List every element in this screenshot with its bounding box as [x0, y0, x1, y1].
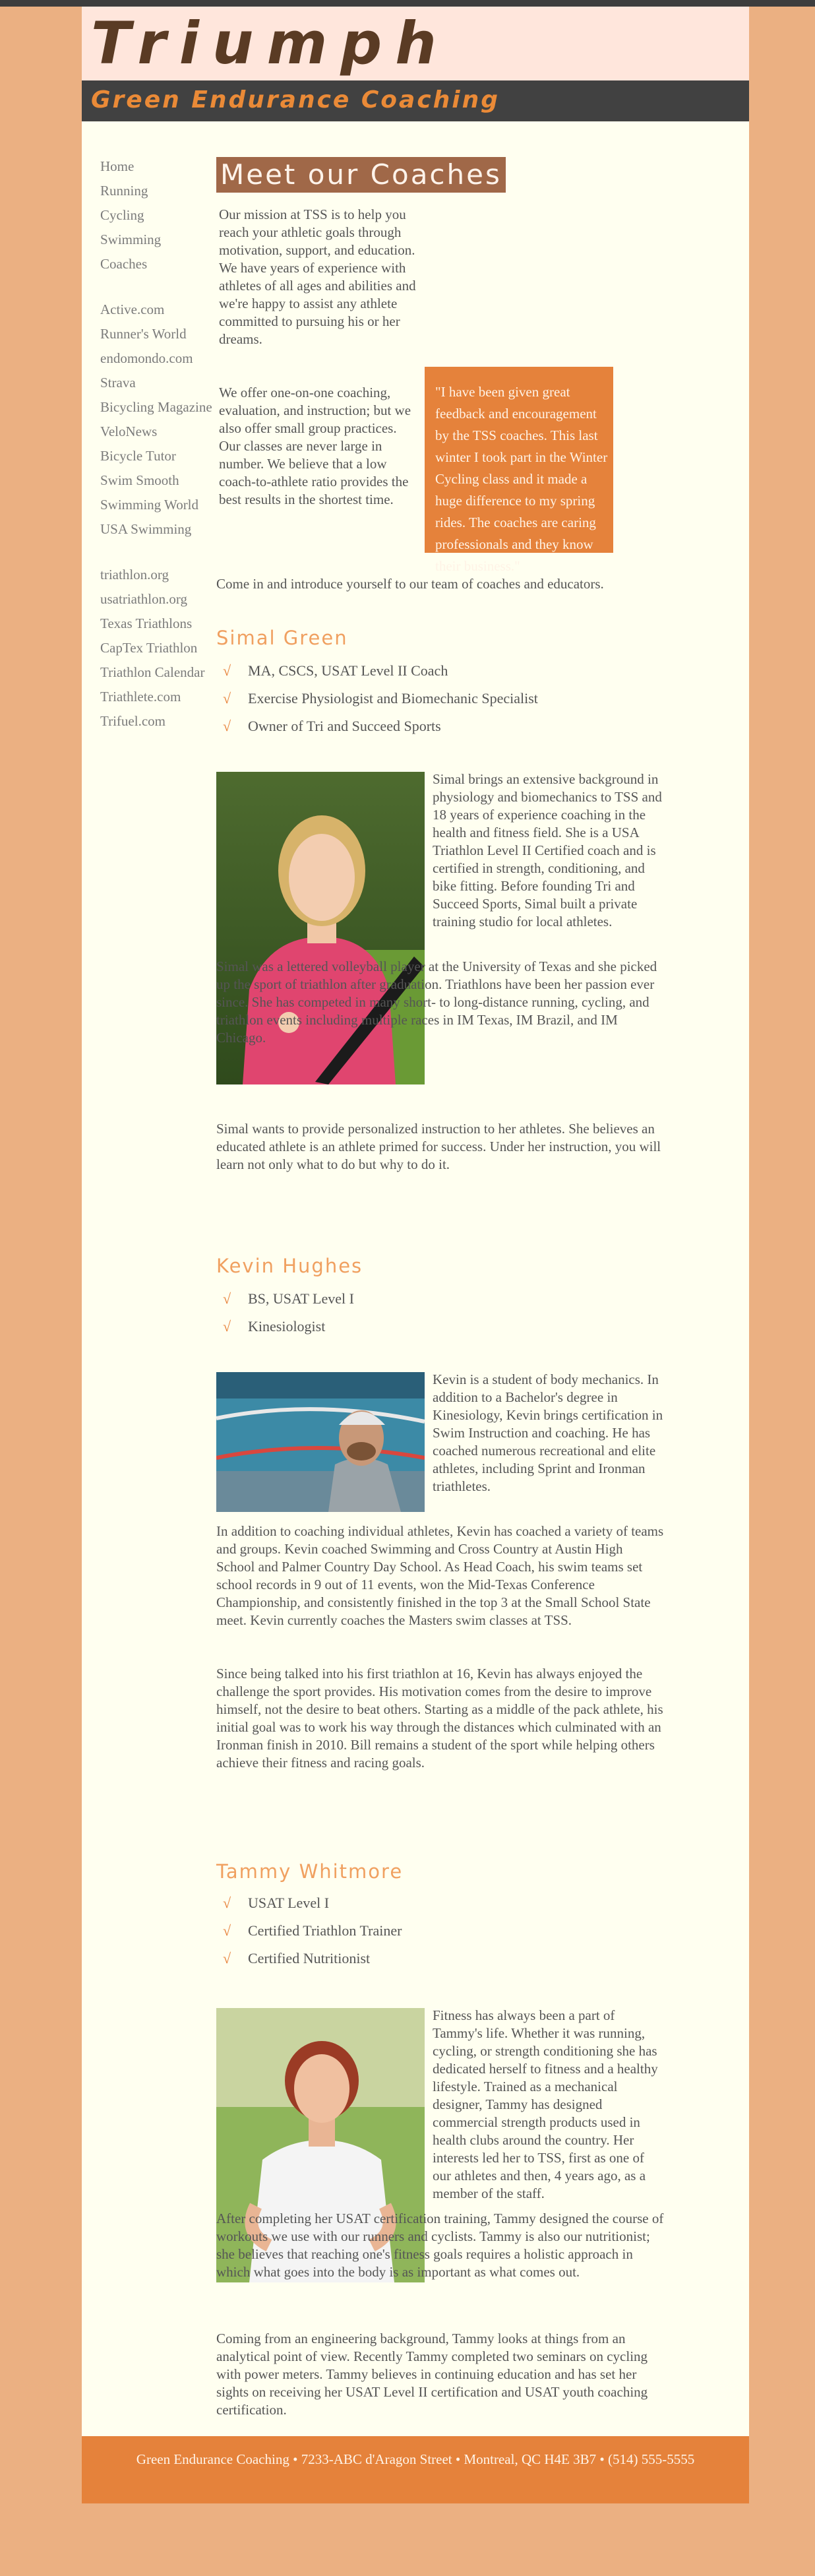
check-icon: √: [223, 1895, 231, 1911]
coach-name-kevin: Kevin Hughes: [216, 1255, 363, 1277]
check-icon: √: [223, 1318, 231, 1335]
link-strava[interactable]: Strava: [100, 371, 212, 395]
coach-bio-tammy-2: After completing her USAT certification …: [216, 2211, 664, 2280]
check-icon: √: [223, 1922, 231, 1939]
nav-swimming[interactable]: Swimming: [100, 228, 212, 252]
sidebar-nav: Home Running Cycling Swimming Coaches Ac…: [100, 154, 212, 734]
site-footer: Green Endurance Coaching • 7233-ABC d'Ar…: [82, 2436, 749, 2503]
credentials-tammy: √ USAT Level I √ Certified Triathlon Train…: [223, 1889, 402, 1972]
credential-item: √ Owner of Tri and Succeed Sports: [223, 712, 538, 740]
coach-name-tammy: Tammy Whitmore: [216, 1860, 404, 1883]
nav-running[interactable]: Running: [100, 179, 212, 203]
credentials-simal: √ MA, CSCS, USAT Level II Coach √ Exercise…: [223, 657, 538, 740]
site-tagline: Green Endurance Coaching: [91, 86, 500, 113]
nav-cycling[interactable]: Cycling: [100, 203, 212, 228]
coach-bio-kevin-1: Kevin is a student of body mechanics. In…: [433, 1371, 663, 1494]
credential-item: √ Certified Nutritionist: [223, 1945, 402, 1972]
top-bar: [0, 0, 815, 7]
coach-bio-simal-1: Simal brings an extensive background in …: [433, 771, 662, 929]
coach-bio-tammy-3: Coming from an engineering background, T…: [216, 2331, 648, 2418]
link-velonews[interactable]: VeloNews: [100, 420, 212, 444]
content-area: Home Running Cycling Swimming Coaches Ac…: [82, 121, 749, 2436]
coach-name-simal: Simal Green: [216, 627, 348, 649]
site-header: Triumph: [82, 7, 749, 80]
credential-item: √ BS, USAT Level I: [223, 1285, 354, 1313]
link-triathlete[interactable]: Triathlete.com: [100, 685, 212, 709]
credential-item: √ Certified Triathlon Trainer: [223, 1917, 402, 1945]
link-runners-world[interactable]: Runner's World: [100, 322, 212, 346]
nav-coaches[interactable]: Coaches: [100, 252, 212, 276]
intro-paragraph-1: Our mission at TSS is to help you reach …: [219, 206, 416, 347]
link-trifuel[interactable]: Trifuel.com: [100, 709, 212, 734]
credentials-kevin: √ BS, USAT Level I √ Kinesiologist: [223, 1285, 354, 1340]
link-triathlon-org[interactable]: triathlon.org: [100, 563, 212, 587]
check-icon: √: [223, 718, 231, 734]
link-swim-smooth[interactable]: Swim Smooth: [100, 468, 212, 493]
intro-invite: Come in and introduce yourself to our te…: [216, 576, 604, 592]
link-usatriathlon[interactable]: usatriathlon.org: [100, 587, 212, 612]
tagline-bar: Green Endurance Coaching: [82, 80, 749, 121]
footer-contact: Green Endurance Coaching • 7233-ABC d'Ar…: [136, 2451, 695, 2467]
coach-bio-simal-2: Simal was a lettered volleyball player a…: [216, 958, 657, 1046]
coach-bio-simal-3: Simal wants to provide personalized inst…: [216, 1121, 661, 1172]
coach-bio-kevin-3: Since being talked into his first triath…: [216, 1666, 663, 1771]
check-icon: √: [223, 1950, 231, 1966]
check-icon: √: [223, 690, 231, 707]
credential-item: √ Exercise Physiologist and Biomechanic S…: [223, 685, 538, 712]
credential-item: √ Kinesiologist: [223, 1313, 354, 1340]
intro-paragraph-2: We offer one-on-one coaching, evaluation…: [219, 385, 411, 507]
credential-item: √ MA, CSCS, USAT Level II Coach: [223, 657, 538, 685]
coach-bio-tammy-1: Fitness has always been a part of Tammy'…: [433, 2007, 658, 2201]
link-texas-triathlons[interactable]: Texas Triathlons: [100, 612, 212, 636]
page-title: Meet our Coaches: [216, 157, 506, 193]
link-endomondo[interactable]: endomondo.com: [100, 346, 212, 371]
link-triathlon-calendar[interactable]: Triathlon Calendar: [100, 660, 212, 685]
link-bicycling-magazine[interactable]: Bicycling Magazine: [100, 395, 212, 420]
testimonial-quote: "I have been given great feedback and en…: [425, 367, 613, 574]
coach-photo-kevin: [216, 1372, 425, 1512]
credential-item: √ USAT Level I: [223, 1889, 402, 1917]
link-swimming-world[interactable]: Swimming World: [100, 493, 212, 517]
page-container: Triumph Green Endurance Coaching Home Ru…: [82, 7, 749, 2503]
link-captex-triathlon[interactable]: CapTex Triathlon: [100, 636, 212, 660]
check-icon: √: [223, 1290, 231, 1307]
nav-home[interactable]: Home: [100, 154, 212, 179]
check-icon: √: [223, 662, 231, 679]
site-logo-title[interactable]: Triumph: [91, 11, 450, 77]
coach-bio-kevin-2: In addition to coaching individual athle…: [216, 1523, 664, 1628]
link-usa-swimming[interactable]: USA Swimming: [100, 517, 212, 542]
link-active[interactable]: Active.com: [100, 298, 212, 322]
link-bicycle-tutor[interactable]: Bicycle Tutor: [100, 444, 212, 468]
